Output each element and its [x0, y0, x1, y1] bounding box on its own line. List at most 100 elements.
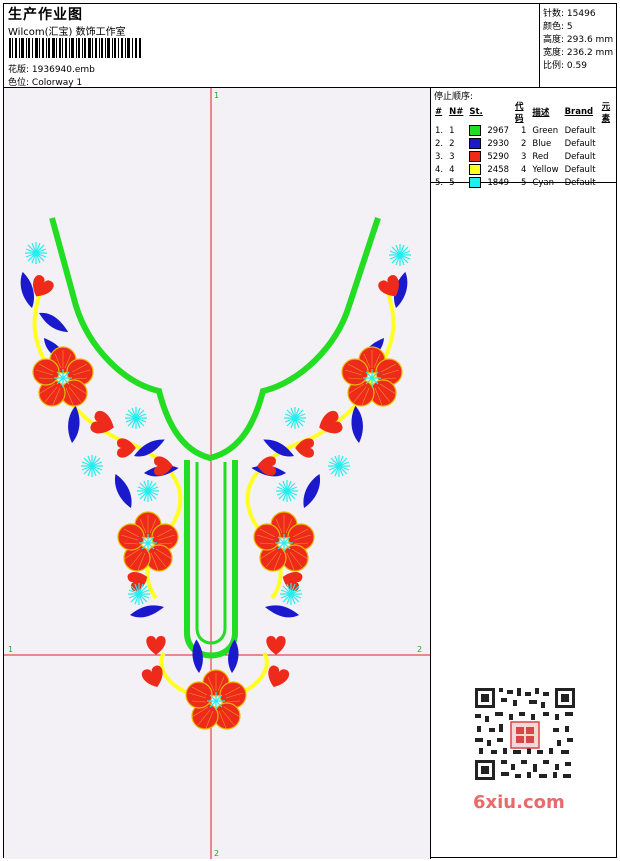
production-sheet: 生产作业图 Wilcom(汇宝) 数饰工作室 花版: 1936940.emb 色… — [3, 3, 618, 859]
color-swatch-icon — [469, 177, 482, 188]
color-swatch-icon — [469, 164, 482, 175]
swatch-cell — [466, 176, 484, 189]
color-description-cell: Red — [532, 151, 549, 162]
table-header-row: # N# St. 代码 描述 Brand 元素 — [432, 100, 616, 124]
element-cell — [599, 124, 616, 137]
stat-label: 颜色: — [543, 22, 565, 32]
stat-value: 0.59 — [566, 61, 587, 71]
swatch-cell — [466, 163, 484, 176]
stitch-count-cell: 5290 — [487, 151, 510, 162]
stat-label: 高度: — [543, 35, 565, 45]
pattern-label: 花版: — [8, 65, 30, 75]
watermark-logo: 6xiu.com — [473, 792, 565, 813]
qr-code-icon — [469, 684, 581, 784]
color-code-cell: 2 — [520, 138, 527, 149]
stitch-count-cell: 1849 — [487, 177, 510, 188]
row-number-cell: 3. — [435, 151, 444, 162]
color-code-cell: 4 — [520, 164, 527, 175]
column-header: 代码 — [515, 102, 524, 124]
stat-value: 293.6 mm — [566, 35, 614, 45]
guide-marker-bottom: 2 — [214, 849, 219, 858]
color-swatch-icon — [469, 125, 482, 136]
table-row: 2. 2 2930 2 Blue Default — [432, 137, 616, 150]
table-row: 1. 1 2967 1 Green Default — [432, 124, 616, 137]
color-code-cell: 1 — [520, 125, 527, 136]
pattern-line: 花版: 1936940.emb — [8, 62, 95, 75]
table-row: 3. 3 5290 3 Red Default — [432, 150, 616, 163]
column-header: 描述 — [532, 108, 550, 118]
element-cell — [599, 176, 616, 189]
needle-number-cell: 2 — [449, 138, 455, 149]
row-number-cell: 1. — [435, 125, 444, 136]
side-panel: 停止顺序: # N# St. 代码 描述 Brand 元素 1. 1 2967 1 Gr… — [431, 88, 618, 859]
stat-value: 236.2 mm — [566, 48, 614, 58]
embroidery-design: 1 2 1 2 — [4, 88, 430, 859]
column-header: Brand — [564, 107, 594, 117]
brand-cell: Default — [564, 138, 596, 149]
needle-number-cell: 3 — [449, 151, 455, 162]
sheet-title: 生产作业图 — [8, 7, 83, 23]
colorway-value: Colorway 1 — [31, 78, 83, 88]
color-description-cell: Cyan — [532, 177, 554, 188]
stop-sequence-panel: 停止顺序: # N# St. 代码 描述 Brand 元素 1. 1 2967 1 Gr… — [431, 88, 616, 188]
row-number-cell: 2. — [435, 138, 444, 149]
color-code-cell: 5 — [520, 177, 527, 188]
table-row: 4. 4 2458 4 Yellow Default — [432, 163, 616, 176]
yellow-vines — [32, 282, 396, 695]
stat-value: 5 — [566, 22, 573, 32]
column-header: 元素 — [601, 102, 611, 124]
brand-cell: Default — [564, 125, 596, 136]
row-number-cell: 4. — [435, 164, 444, 175]
element-cell — [599, 163, 616, 176]
barcode-icon — [9, 38, 141, 58]
column-header: St. — [469, 107, 483, 117]
red-flowers — [32, 346, 403, 730]
color-swatch-icon — [469, 151, 482, 162]
embroidery-design-canvas: 1 2 1 2 — [4, 88, 431, 859]
brand-cell: Default — [564, 164, 596, 175]
red-hearts — [27, 273, 405, 691]
stat-value: 15496 — [566, 9, 596, 19]
column-header: # — [435, 107, 443, 117]
pattern-value: 1936940.emb — [31, 65, 95, 75]
colorway-label: 色位: — [8, 78, 30, 88]
stitch-count-cell: 2458 — [487, 164, 510, 175]
needle-number-cell: 5 — [449, 177, 455, 188]
design-width: 宽度: 236.2 mm — [543, 45, 613, 58]
design-height: 高度: 293.6 mm — [543, 32, 613, 45]
color-code-cell: 3 — [520, 151, 527, 162]
swatch-cell — [466, 150, 484, 163]
stat-label: 比例: — [543, 61, 565, 71]
stitch-count-cell: 2967 — [487, 125, 510, 136]
header-panel: 生产作业图 Wilcom(汇宝) 数饰工作室 花版: 1936940.emb 色… — [4, 4, 540, 88]
stat-label: 宽度: — [543, 48, 565, 58]
software-subtitle: Wilcom(汇宝) 数饰工作室 — [8, 27, 126, 38]
stat-label: 针数: — [543, 9, 565, 19]
needle-number-cell: 1 — [449, 125, 455, 136]
stitch-count-cell: 2930 — [487, 138, 510, 149]
element-cell — [599, 150, 616, 163]
swatch-cell — [466, 137, 484, 150]
element-cell — [599, 137, 616, 150]
row-number-cell: 5. — [435, 177, 444, 188]
guide-marker-left: 1 — [8, 645, 13, 654]
color-swatch-icon — [469, 138, 482, 149]
color-description-cell: Green — [532, 125, 559, 136]
column-header: N# — [449, 107, 464, 117]
stats-panel: 针数: 15496 颜色: 5 高度: 293.6 mm 宽度: 236.2 m… — [540, 4, 616, 88]
guide-marker-right: 2 — [417, 645, 422, 654]
stitch-count: 针数: 15496 — [543, 6, 596, 19]
swatch-cell — [466, 124, 484, 137]
color-description-cell: Blue — [532, 138, 552, 149]
blue-leaves — [12, 271, 416, 674]
colorway-line: 色位: Colorway 1 — [8, 75, 82, 88]
stop-sequence-table: # N# St. 代码 描述 Brand 元素 1. 1 2967 1 Green Def… — [432, 100, 616, 189]
design-scale: 比例: 0.59 — [543, 58, 587, 71]
brand-cell: Default — [564, 177, 596, 188]
color-count: 颜色: 5 — [543, 19, 573, 32]
table-row: 5. 5 1849 5 Cyan Default — [432, 176, 616, 189]
color-description-cell: Yellow — [532, 164, 559, 175]
brand-cell: Default — [564, 151, 596, 162]
needle-number-cell: 4 — [449, 164, 455, 175]
guide-marker-top: 1 — [214, 91, 219, 100]
